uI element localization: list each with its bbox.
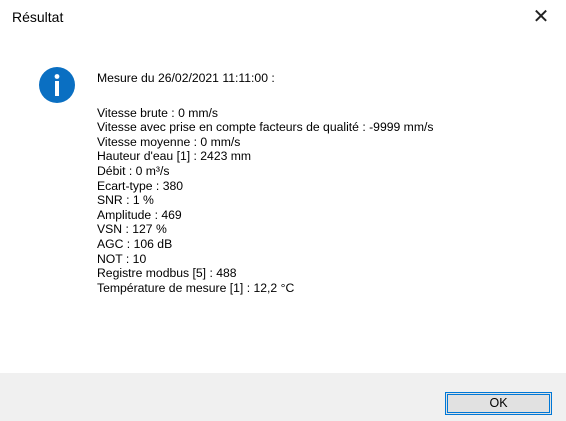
- measurement-line: Température de mesure [1] : 12,2 °C: [97, 280, 295, 295]
- measurement-line: Amplitude : 469: [97, 207, 182, 222]
- info-icon: [39, 67, 75, 103]
- message-body: Mesure du 26/02/2021 11:11:00 : Vitesse …: [97, 71, 433, 295]
- measurement-line: AGC : 106 dB: [97, 236, 173, 251]
- measurement-line: SNR : 1 %: [97, 193, 154, 208]
- measurement-line: VSN : 127 %: [97, 222, 167, 237]
- measurement-line: Vitesse avec prise en compte facteurs de…: [97, 120, 434, 135]
- close-icon[interactable]: ✕: [530, 6, 552, 28]
- measurement-line: Vitesse moyenne : 0 mm/s: [97, 134, 241, 149]
- measurement-line: Registre modbus [5] : 488: [97, 266, 237, 281]
- measurement-header: Mesure du 26/02/2021 11:11:00 :: [97, 71, 275, 85]
- measurement-line: Vitesse brute : 0 mm/s: [97, 105, 219, 120]
- measurement-line: Hauteur d'eau [1] : 2423 mm: [97, 149, 252, 164]
- measurement-line: Débit : 0 m³/s: [97, 163, 170, 178]
- measurement-list: Vitesse brute : 0 mm/s Vitesse avec pris…: [97, 106, 433, 296]
- measurement-line: Ecart-type : 380: [97, 178, 184, 193]
- result-dialog: Résultat ✕ Mesure du 26/02/2021 11:11:00…: [0, 0, 566, 421]
- dialog-title: Résultat: [12, 9, 64, 25]
- ok-button[interactable]: OK: [445, 392, 552, 415]
- measurement-line: NOT : 10: [97, 251, 147, 266]
